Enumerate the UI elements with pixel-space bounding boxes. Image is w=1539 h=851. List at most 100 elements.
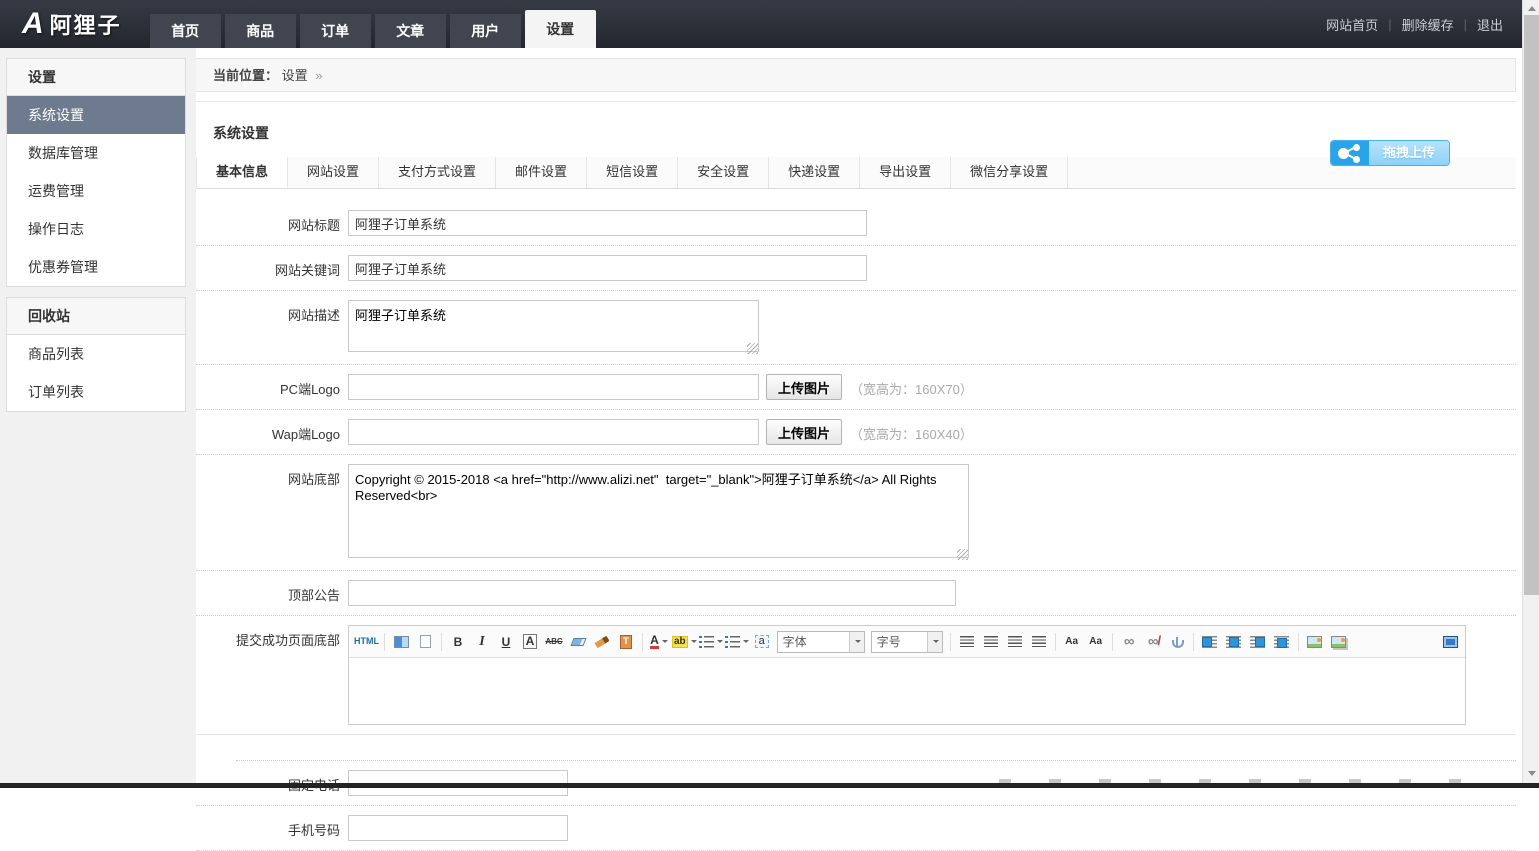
scroll-down-button[interactable] [1523, 766, 1539, 782]
format-brush-icon[interactable] [591, 631, 613, 653]
sidebar-item-order-list[interactable]: 订单列表 [7, 373, 185, 411]
submit-success-footer-editor-area[interactable] [349, 658, 1465, 724]
logo-text: 阿狸子 [50, 8, 122, 40]
header-link-logout[interactable]: 退出 [1477, 15, 1503, 34]
drag-upload-label: 拖拽上传 [1369, 141, 1449, 165]
sidebar-item-system-settings[interactable]: 系统设置 [7, 96, 185, 134]
mobile-phone-input[interactable] [348, 815, 568, 841]
wap-logo-upload-button[interactable]: 上传图片 [766, 419, 842, 445]
font-family-select[interactable]: 字体 [777, 631, 865, 653]
header-link-site-home[interactable]: 网站首页 [1326, 15, 1378, 34]
font-color-icon[interactable]: A [648, 631, 670, 653]
tab-basic-info[interactable]: 基本信息 [197, 157, 288, 188]
format-a-icon[interactable]: A [519, 631, 541, 653]
site-keywords-input[interactable] [348, 255, 867, 281]
settings-tabbar: 基本信息网站设置支付方式设置邮件设置短信设置安全设置快递设置导出设置微信分享设置 [196, 157, 1516, 189]
uppercase-icon[interactable]: Aa [1061, 631, 1083, 653]
sidebar-item-database-manage[interactable]: 数据库管理 [7, 134, 185, 172]
resize-handle-icon [747, 343, 758, 354]
site-description-textarea[interactable] [348, 300, 759, 352]
align-right-icon[interactable] [1004, 631, 1026, 653]
highlight-color-icon[interactable]: ab [672, 631, 697, 653]
tab-mail-settings[interactable]: 邮件设置 [496, 157, 587, 188]
toolbar-separator [1055, 633, 1056, 651]
form-row-spacer [236, 735, 1516, 761]
tab-site-settings[interactable]: 网站设置 [288, 157, 379, 188]
scrollbar-thumb[interactable] [1524, 15, 1539, 595]
share-cluster-icon [1331, 141, 1369, 165]
form-label-site-title: 网站标题 [236, 210, 348, 234]
preview-icon[interactable] [390, 631, 412, 653]
main-nav: 首页商品订单文章用户设置 [150, 0, 600, 48]
align-center-icon[interactable] [980, 631, 1002, 653]
form-row-wap-logo: Wap端Logo上传图片（宽高为：160X40） [196, 410, 1516, 455]
nav-tab-settings[interactable]: 设置 [525, 10, 596, 48]
eraser-icon[interactable] [567, 631, 589, 653]
tab-express-settings[interactable]: 快递设置 [769, 157, 860, 188]
nav-tab-orders[interactable]: 订单 [300, 14, 371, 48]
img-align-right-icon[interactable] [1247, 631, 1269, 653]
drag-upload-widget[interactable]: 拖拽上传 [1330, 140, 1450, 166]
image-icon[interactable] [1304, 631, 1326, 653]
source-icon[interactable]: HTML [354, 631, 379, 653]
img-align-center-icon[interactable] [1223, 631, 1245, 653]
form-label-landline-phone: 固定电话 [236, 770, 348, 794]
pc-logo-upload-button[interactable]: 上传图片 [766, 374, 842, 400]
vertical-scrollbar[interactable] [1522, 0, 1539, 788]
sidebar-item-product-list[interactable]: 商品列表 [7, 335, 185, 373]
new-page-icon[interactable] [414, 631, 436, 653]
tab-payment-settings[interactable]: 支付方式设置 [379, 157, 496, 188]
wap-logo-input[interactable] [348, 419, 759, 445]
anchor-a-icon[interactable]: a [751, 631, 773, 653]
site-footer-textarea[interactable] [348, 464, 969, 558]
form-row-top-notice: 顶部公告 [196, 571, 1516, 616]
lowercase-icon[interactable]: Aa [1085, 631, 1107, 653]
scroll-up-button[interactable] [1523, 0, 1539, 16]
toolbar-separator [384, 633, 385, 651]
underline-icon[interactable]: U [495, 631, 517, 653]
top-notice-input[interactable] [348, 580, 956, 606]
top-header: A 阿狸子 首页商品订单文章用户设置 网站首页|删除缓存|退出 [0, 0, 1539, 48]
link-icon[interactable]: ∞ [1118, 631, 1140, 653]
italic-icon[interactable]: I [471, 631, 493, 653]
ordered-list-icon[interactable] [699, 631, 723, 653]
toolbar-separator [950, 633, 951, 651]
sidebar-item-operation-log[interactable]: 操作日志 [7, 210, 185, 248]
sidebar-item-coupon-manage[interactable]: 优惠券管理 [7, 248, 185, 286]
unlink-icon[interactable]: ∞ [1142, 631, 1164, 653]
header-link-clear-cache[interactable]: 删除缓存 [1402, 15, 1454, 34]
resize-handle-icon [957, 549, 968, 560]
toolbar-separator [1193, 633, 1194, 651]
sidebar-item-shipping-manage[interactable]: 运费管理 [7, 172, 185, 210]
nav-tab-home[interactable]: 首页 [150, 14, 221, 48]
align-left-icon[interactable] [956, 631, 978, 653]
img-align-block-icon[interactable] [1271, 631, 1293, 653]
unordered-list-icon[interactable] [725, 631, 749, 653]
content-area: 当前位置： 设置 » 系统设置 拖拽上传 基本信息网站设置支付方式设置邮件设置短… [196, 48, 1516, 788]
toolbar-separator [1298, 633, 1299, 651]
form-label-site-keywords: 网站关键词 [236, 255, 348, 279]
font-size-select[interactable]: 字号 [871, 631, 943, 653]
form-row-mobile-phone: 手机号码 [196, 806, 1516, 851]
nav-tab-users[interactable]: 用户 [450, 14, 521, 48]
settings-form: 网站标题网站关键词网站描述PC端Logo上传图片（宽高为：160X70）Wap端… [196, 189, 1516, 851]
align-justify-icon[interactable] [1028, 631, 1050, 653]
nav-tab-products[interactable]: 商品 [225, 14, 296, 48]
breadcrumb-current[interactable]: 设置 [282, 68, 308, 83]
pc-logo-input[interactable] [348, 374, 759, 400]
form-row-pc-logo: PC端Logo上传图片（宽高为：160X70） [196, 365, 1516, 410]
tab-security-settings[interactable]: 安全设置 [678, 157, 769, 188]
tab-sms-settings[interactable]: 短信设置 [587, 157, 678, 188]
tab-wechat-share-settings[interactable]: 微信分享设置 [951, 157, 1068, 188]
nav-tab-articles[interactable]: 文章 [375, 14, 446, 48]
img-align-left-icon[interactable] [1199, 631, 1221, 653]
strikethrough-icon[interactable]: ABC [543, 631, 565, 653]
bold-icon[interactable]: B [447, 631, 469, 653]
anchor-icon[interactable] [1166, 631, 1188, 653]
tab-export-settings[interactable]: 导出设置 [860, 157, 951, 188]
page-title: 系统设置 [196, 102, 1516, 157]
paste-text-icon[interactable]: T [615, 631, 637, 653]
site-title-input[interactable] [348, 210, 867, 236]
fullscreen-icon[interactable] [1438, 631, 1460, 653]
multi-image-icon[interactable] [1328, 631, 1350, 653]
